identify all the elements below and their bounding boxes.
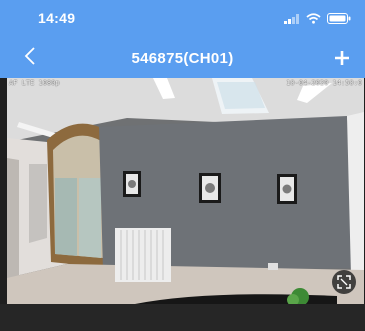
plus-icon xyxy=(335,51,349,65)
page-title: 546875(CH01) xyxy=(131,50,234,67)
status-time: 14:49 xyxy=(38,10,76,26)
video-osd-timestamp: 10-04-2020 14:50:0 xyxy=(286,79,362,87)
camera-scene xyxy=(7,78,364,304)
fullscreen-button[interactable] xyxy=(332,270,356,294)
status-icons xyxy=(284,13,351,24)
battery-icon xyxy=(327,13,351,24)
nav-bar: 546875(CH01) xyxy=(0,40,365,78)
controls-bar xyxy=(0,304,365,331)
fullscreen-icon xyxy=(337,275,351,289)
add-button[interactable] xyxy=(329,44,355,70)
signal-icon xyxy=(284,13,299,24)
video-osd-label: AF LTE 1080p xyxy=(9,79,60,87)
wifi-icon xyxy=(306,13,321,24)
video-feed[interactable]: AF LTE 1080p 10-04-2020 14:50:0 xyxy=(7,78,364,304)
status-bar: 14:49 xyxy=(0,0,365,40)
